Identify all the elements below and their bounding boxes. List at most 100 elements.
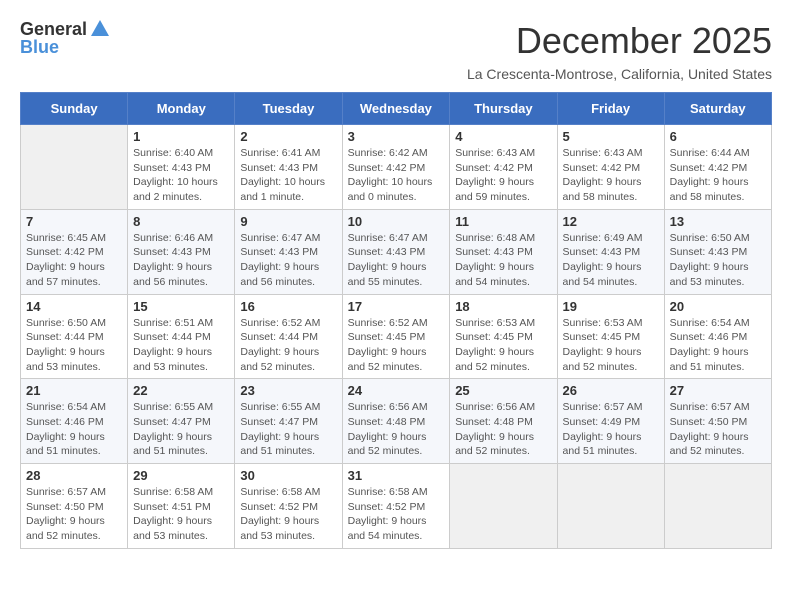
day-info: Sunrise: 6:49 AMSunset: 4:43 PMDaylight:… [563, 231, 659, 290]
day-cell: 13 Sunrise: 6:50 AMSunset: 4:43 PMDayligh… [664, 209, 771, 294]
day-cell: 16 Sunrise: 6:52 AMSunset: 4:44 PMDayligh… [235, 294, 342, 379]
day-number: 23 [240, 383, 336, 398]
day-cell: 26 Sunrise: 6:57 AMSunset: 4:49 PMDayligh… [557, 379, 664, 464]
logo: General Blue [20, 20, 111, 58]
day-cell: 17Sunrise: 6:52 AMSunset: 4:45 PMDayligh… [342, 294, 450, 379]
day-cell: 21 Sunrise: 6:54 AMSunset: 4:46 PMDayligh… [21, 379, 128, 464]
day-number: 27 [670, 383, 766, 398]
day-cell: 22 Sunrise: 6:55 AMSunset: 4:47 PMDayligh… [128, 379, 235, 464]
header: General Blue December 2025 [20, 20, 772, 62]
day-cell: 1 Sunrise: 6:40 AMSunset: 4:43 PMDaylight… [128, 125, 235, 210]
day-number: 13 [670, 214, 766, 229]
day-info: Sunrise: 6:55 AMSunset: 4:47 PMDaylight:… [133, 400, 229, 459]
day-cell: 18 Sunrise: 6:53 AMSunset: 4:45 PMDayligh… [450, 294, 557, 379]
day-number: 5 [563, 129, 659, 144]
day-cell: 9 Sunrise: 6:47 AMSunset: 4:43 PMDaylight… [235, 209, 342, 294]
day-cell [450, 464, 557, 549]
day-cell: 7 Sunrise: 6:45 AMSunset: 4:42 PMDaylight… [21, 209, 128, 294]
day-number: 10 [348, 214, 445, 229]
day-number: 16 [240, 299, 336, 314]
day-info: Sunrise: 6:44 AMSunset: 4:42 PMDaylight:… [670, 146, 766, 205]
header-cell-monday: Monday [128, 93, 235, 125]
day-info: Sunrise: 6:48 AMSunset: 4:43 PMDaylight:… [455, 231, 551, 290]
week-row: 14 Sunrise: 6:50 AMSunset: 4:44 PMDayligh… [21, 294, 772, 379]
header-cell-thursday: Thursday [450, 93, 557, 125]
day-number: 15 [133, 299, 229, 314]
day-info: Sunrise: 6:51 AMSunset: 4:44 PMDaylight:… [133, 316, 229, 375]
day-info: Sunrise: 6:52 AMSunset: 4:44 PMDaylight:… [240, 316, 336, 375]
day-number: 25 [455, 383, 551, 398]
day-number: 3 [348, 129, 445, 144]
logo-blue: Blue [20, 38, 111, 58]
day-number: 28 [26, 468, 122, 483]
day-info: Sunrise: 6:57 AMSunset: 4:49 PMDaylight:… [563, 400, 659, 459]
day-number: 17 [348, 299, 445, 314]
day-cell: 19Sunrise: 6:53 AMSunset: 4:45 PMDayligh… [557, 294, 664, 379]
day-cell: 25 Sunrise: 6:56 AMSunset: 4:48 PMDayligh… [450, 379, 557, 464]
day-number: 12 [563, 214, 659, 229]
day-number: 6 [670, 129, 766, 144]
day-info: Sunrise: 6:46 AMSunset: 4:43 PMDaylight:… [133, 231, 229, 290]
day-cell: 3 Sunrise: 6:42 AMSunset: 4:42 PMDaylight… [342, 125, 450, 210]
header-cell-friday: Friday [557, 93, 664, 125]
day-number: 22 [133, 383, 229, 398]
day-info: Sunrise: 6:53 AMSunset: 4:45 PMDaylight:… [563, 316, 659, 375]
day-cell: 29 Sunrise: 6:58 AMSunset: 4:51 PMDayligh… [128, 464, 235, 549]
day-info: Sunrise: 6:58 AMSunset: 4:51 PMDaylight:… [133, 485, 229, 544]
day-number: 30 [240, 468, 336, 483]
day-cell: 31 Sunrise: 6:58 AMSunset: 4:52 PMDayligh… [342, 464, 450, 549]
day-info: Sunrise: 6:45 AMSunset: 4:42 PMDaylight:… [26, 231, 122, 290]
day-info: Sunrise: 6:55 AMSunset: 4:47 PMDaylight:… [240, 400, 336, 459]
day-number: 24 [348, 383, 445, 398]
page-container: General Blue December 2025 La Crescenta-… [20, 20, 772, 549]
day-cell: 14 Sunrise: 6:50 AMSunset: 4:44 PMDayligh… [21, 294, 128, 379]
calendar-subtitle: La Crescenta-Montrose, California, Unite… [20, 66, 772, 82]
day-info: Sunrise: 6:42 AMSunset: 4:42 PMDaylight:… [348, 146, 445, 205]
day-info: Sunrise: 6:56 AMSunset: 4:48 PMDaylight:… [455, 400, 551, 459]
day-cell: 20 Sunrise: 6:54 AMSunset: 4:46 PMDayligh… [664, 294, 771, 379]
day-cell: 11 Sunrise: 6:48 AMSunset: 4:43 PMDayligh… [450, 209, 557, 294]
logo-icon [89, 18, 111, 40]
day-number: 11 [455, 214, 551, 229]
day-cell: 10 Sunrise: 6:47 AMSunset: 4:43 PMDayligh… [342, 209, 450, 294]
day-number: 31 [348, 468, 445, 483]
week-row: 7 Sunrise: 6:45 AMSunset: 4:42 PMDaylight… [21, 209, 772, 294]
day-cell: 23 Sunrise: 6:55 AMSunset: 4:47 PMDayligh… [235, 379, 342, 464]
day-info: Sunrise: 6:56 AMSunset: 4:48 PMDaylight:… [348, 400, 445, 459]
day-number: 26 [563, 383, 659, 398]
day-number: 20 [670, 299, 766, 314]
day-cell: 8Sunrise: 6:46 AMSunset: 4:43 PMDaylight… [128, 209, 235, 294]
day-number: 7 [26, 214, 122, 229]
day-cell: 4Sunrise: 6:43 AMSunset: 4:42 PMDaylight… [450, 125, 557, 210]
day-number: 14 [26, 299, 122, 314]
day-info: Sunrise: 6:50 AMSunset: 4:44 PMDaylight:… [26, 316, 122, 375]
day-info: Sunrise: 6:47 AMSunset: 4:43 PMDaylight:… [240, 231, 336, 290]
day-number: 21 [26, 383, 122, 398]
day-number: 18 [455, 299, 551, 314]
day-cell: 24 Sunrise: 6:56 AMSunset: 4:48 PMDayligh… [342, 379, 450, 464]
day-cell: 2Sunrise: 6:41 AMSunset: 4:43 PMDaylight… [235, 125, 342, 210]
day-info: Sunrise: 6:43 AMSunset: 4:42 PMDaylight:… [455, 146, 551, 205]
day-info: Sunrise: 6:54 AMSunset: 4:46 PMDaylight:… [26, 400, 122, 459]
day-info: Sunrise: 6:53 AMSunset: 4:45 PMDaylight:… [455, 316, 551, 375]
week-row: 1 Sunrise: 6:40 AMSunset: 4:43 PMDaylight… [21, 125, 772, 210]
day-info: Sunrise: 6:54 AMSunset: 4:46 PMDaylight:… [670, 316, 766, 375]
day-cell: 15 Sunrise: 6:51 AMSunset: 4:44 PMDayligh… [128, 294, 235, 379]
header-cell-sunday: Sunday [21, 93, 128, 125]
day-number: 1 [133, 129, 229, 144]
day-info: Sunrise: 6:58 AMSunset: 4:52 PMDaylight:… [348, 485, 445, 544]
day-info: Sunrise: 6:40 AMSunset: 4:43 PMDaylight:… [133, 146, 229, 205]
day-info: Sunrise: 6:41 AMSunset: 4:43 PMDaylight:… [240, 146, 336, 205]
day-info: Sunrise: 6:47 AMSunset: 4:43 PMDaylight:… [348, 231, 445, 290]
day-cell: 28Sunrise: 6:57 AMSunset: 4:50 PMDayligh… [21, 464, 128, 549]
calendar-title: December 2025 [516, 20, 772, 62]
day-info: Sunrise: 6:50 AMSunset: 4:43 PMDaylight:… [670, 231, 766, 290]
day-info: Sunrise: 6:58 AMSunset: 4:52 PMDaylight:… [240, 485, 336, 544]
day-number: 29 [133, 468, 229, 483]
day-info: Sunrise: 6:57 AMSunset: 4:50 PMDaylight:… [670, 400, 766, 459]
day-cell: 6 Sunrise: 6:44 AMSunset: 4:42 PMDaylight… [664, 125, 771, 210]
calendar-table: SundayMondayTuesdayWednesdayThursdayFrid… [20, 92, 772, 549]
day-cell: 12 Sunrise: 6:49 AMSunset: 4:43 PMDayligh… [557, 209, 664, 294]
day-number: 9 [240, 214, 336, 229]
header-cell-wednesday: Wednesday [342, 93, 450, 125]
